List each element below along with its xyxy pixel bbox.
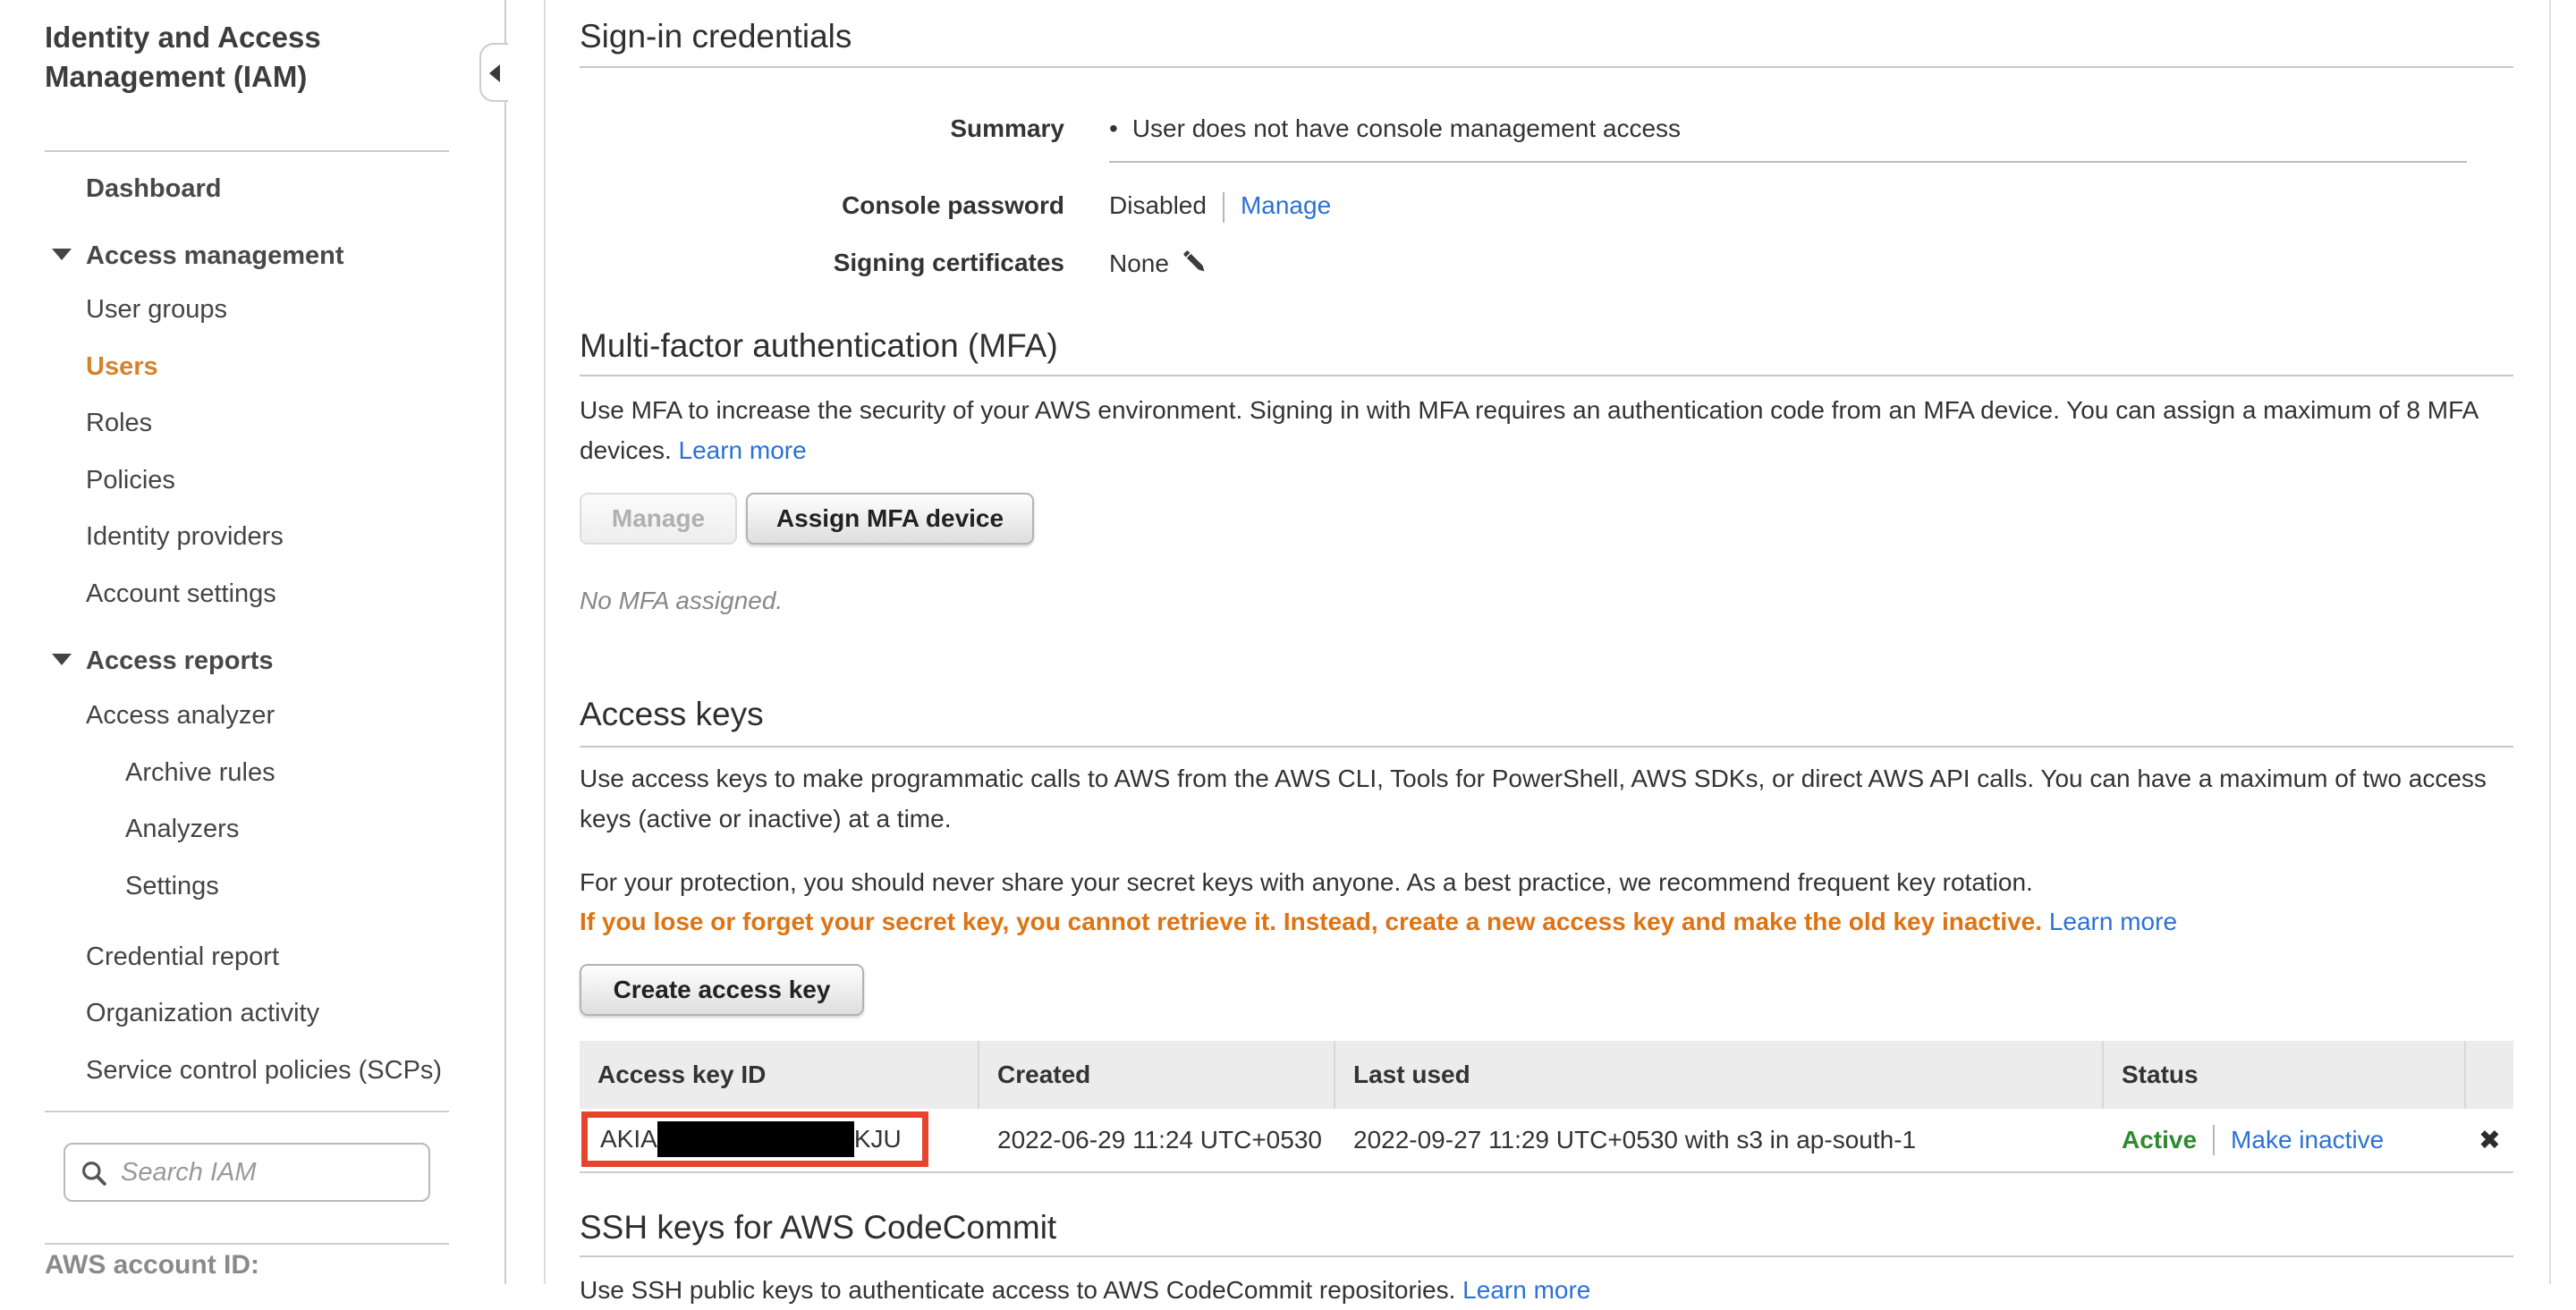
sidebar-item-user-groups[interactable]: User groups [86,294,227,325]
column-header-status: Status [2104,1041,2466,1109]
signing-certificates-label: Signing certificates [580,249,1064,277]
status-cell: Active Make inactive [2104,1109,2466,1171]
manage-password-link[interactable]: Manage [1241,191,1331,219]
sidebar-item-archive-rules[interactable]: Archive rules [125,757,275,788]
pencil-icon[interactable] [1182,249,1208,275]
sidebar-item-analyzers[interactable]: Analyzers [125,814,239,844]
table-header-row: Access key ID Created Last used Status [580,1041,2513,1109]
sidebar-item-credential-report[interactable]: Credential report [86,942,279,972]
create-access-key-button[interactable]: Create access key [580,964,864,1016]
mfa-description: Use MFA to increase the security of your… [580,390,2513,470]
mfa-learn-more-link[interactable]: Learn more [679,436,807,464]
access-keys-title: Access keys [580,696,764,733]
last-used-cell: 2022-09-27 11:29 UTC+0530 with s3 in ap-… [1335,1109,2104,1171]
search-icon [80,1159,108,1187]
table-row: AKIA KJU 2022-06-29 11:24 UTC+0530 2022-0… [580,1109,2513,1173]
access-key-id-cell: AKIA KJU [580,1109,979,1171]
mfa-title: Multi-factor authentication (MFA) [580,327,1058,365]
manage-mfa-button[interactable]: Manage [580,493,737,545]
search-input[interactable] [121,1145,425,1200]
access-keys-table: Access key ID Created Last used Status A… [580,1041,2513,1173]
chevron-down-icon [52,654,72,665]
access-keys-description: Use access keys to make programmatic cal… [580,758,2513,839]
access-keys-protection-text: For your protection, you should never sh… [580,862,2513,902]
delete-key-icon[interactable]: ✖ [2479,1125,2501,1156]
sidebar-item-organization-activity[interactable]: Organization activity [86,998,319,1028]
panel-divider [544,0,546,1284]
iam-sidebar: Identity and Access Management (IAM) Das… [0,0,506,1284]
sidebar-item-account-settings[interactable]: Account settings [86,579,276,609]
main-content: Sign-in credentials Summary • User does n… [580,0,2513,1284]
access-key-id: AKIA KJU [600,1121,902,1157]
summary-text: User does not have console management ac… [1132,114,1681,142]
access-key-highlight-box: AKIA KJU [581,1111,928,1167]
sidebar-title: Identity and Access Management (IAM) [45,18,438,97]
make-inactive-link[interactable]: Make inactive [2231,1126,2384,1154]
console-password-status: Disabled [1109,191,1207,219]
access-key-suffix: KJU [854,1125,902,1154]
sidebar-divider [45,150,449,152]
panel-divider [2549,0,2551,1284]
status-badge: Active [2122,1126,2197,1154]
sidebar-item-policies[interactable]: Policies [86,465,175,495]
summary-value: • User does not have console management a… [1109,114,1681,143]
summary-label: Summary [580,114,1064,143]
chevron-left-icon [489,64,500,82]
access-keys-learn-more-link[interactable]: Learn more [2049,908,2177,935]
mfa-description-text: Use MFA to increase the security of your… [580,396,2478,464]
ssh-keys-description-text: Use SSH public keys to authenticate acce… [580,1276,1455,1304]
sidebar-item-identity-providers[interactable]: Identity providers [86,521,284,552]
sidebar-item-roles[interactable]: Roles [86,408,152,438]
aws-account-id-label: AWS account ID: [45,1250,259,1280]
sidebar-item-dashboard[interactable]: Dashboard [86,173,221,204]
sidebar-divider [45,1243,449,1245]
separator [1223,192,1224,223]
sidebar-item-scps[interactable]: Service control policies (SCPs) [86,1055,442,1086]
console-password-label: Console password [580,191,1064,220]
created-cell: 2022-06-29 11:24 UTC+0530 [979,1109,1335,1171]
actions-cell: ✖ [2466,1109,2513,1171]
access-key-prefix: AKIA [600,1125,657,1154]
sidebar-item-access-management[interactable]: Access management [86,241,344,271]
access-keys-warning: If you lose or forget your secret key, y… [580,901,2513,942]
redacted-key-mask [657,1121,854,1157]
signin-credentials-title: Sign-in credentials [580,18,852,55]
sidebar-item-access-reports[interactable]: Access reports [86,646,274,676]
summary-underline [1109,161,2467,163]
column-header-actions [2466,1041,2513,1109]
search-box [64,1143,430,1202]
bullet-icon: • [1109,114,1118,143]
section-divider [580,746,2513,748]
section-divider [580,1255,2513,1257]
sidebar-item-label: Access management [86,241,344,270]
ssh-keys-title: SSH keys for AWS CodeCommit [580,1209,1056,1247]
sidebar-item-label: Access reports [86,647,274,675]
column-header-last-used: Last used [1335,1041,2104,1109]
sidebar-item-users[interactable]: Users [86,351,158,382]
column-header-access-key-id: Access key ID [580,1041,979,1109]
assign-mfa-device-button[interactable]: Assign MFA device [746,493,1034,545]
section-divider [580,375,2513,376]
signing-certificates-status: None [1109,249,1169,277]
no-mfa-text: No MFA assigned. [580,587,783,615]
console-password-value: Disabled Manage [1109,191,1331,223]
section-divider [580,66,2513,68]
signing-certificates-value: None [1109,249,1208,278]
chevron-down-icon [52,249,72,260]
sidebar-item-access-analyzer[interactable]: Access analyzer [86,700,275,731]
column-header-created: Created [979,1041,1335,1109]
ssh-learn-more-link[interactable]: Learn more [1462,1276,1590,1304]
sidebar-divider [45,1111,449,1112]
sidebar-collapse-handle[interactable] [479,43,508,102]
sidebar-item-settings[interactable]: Settings [125,871,219,901]
separator [2213,1125,2215,1155]
access-keys-warning-text: If you lose or forget your secret key, y… [580,908,2042,935]
ssh-keys-description: Use SSH public keys to authenticate acce… [580,1270,2513,1310]
